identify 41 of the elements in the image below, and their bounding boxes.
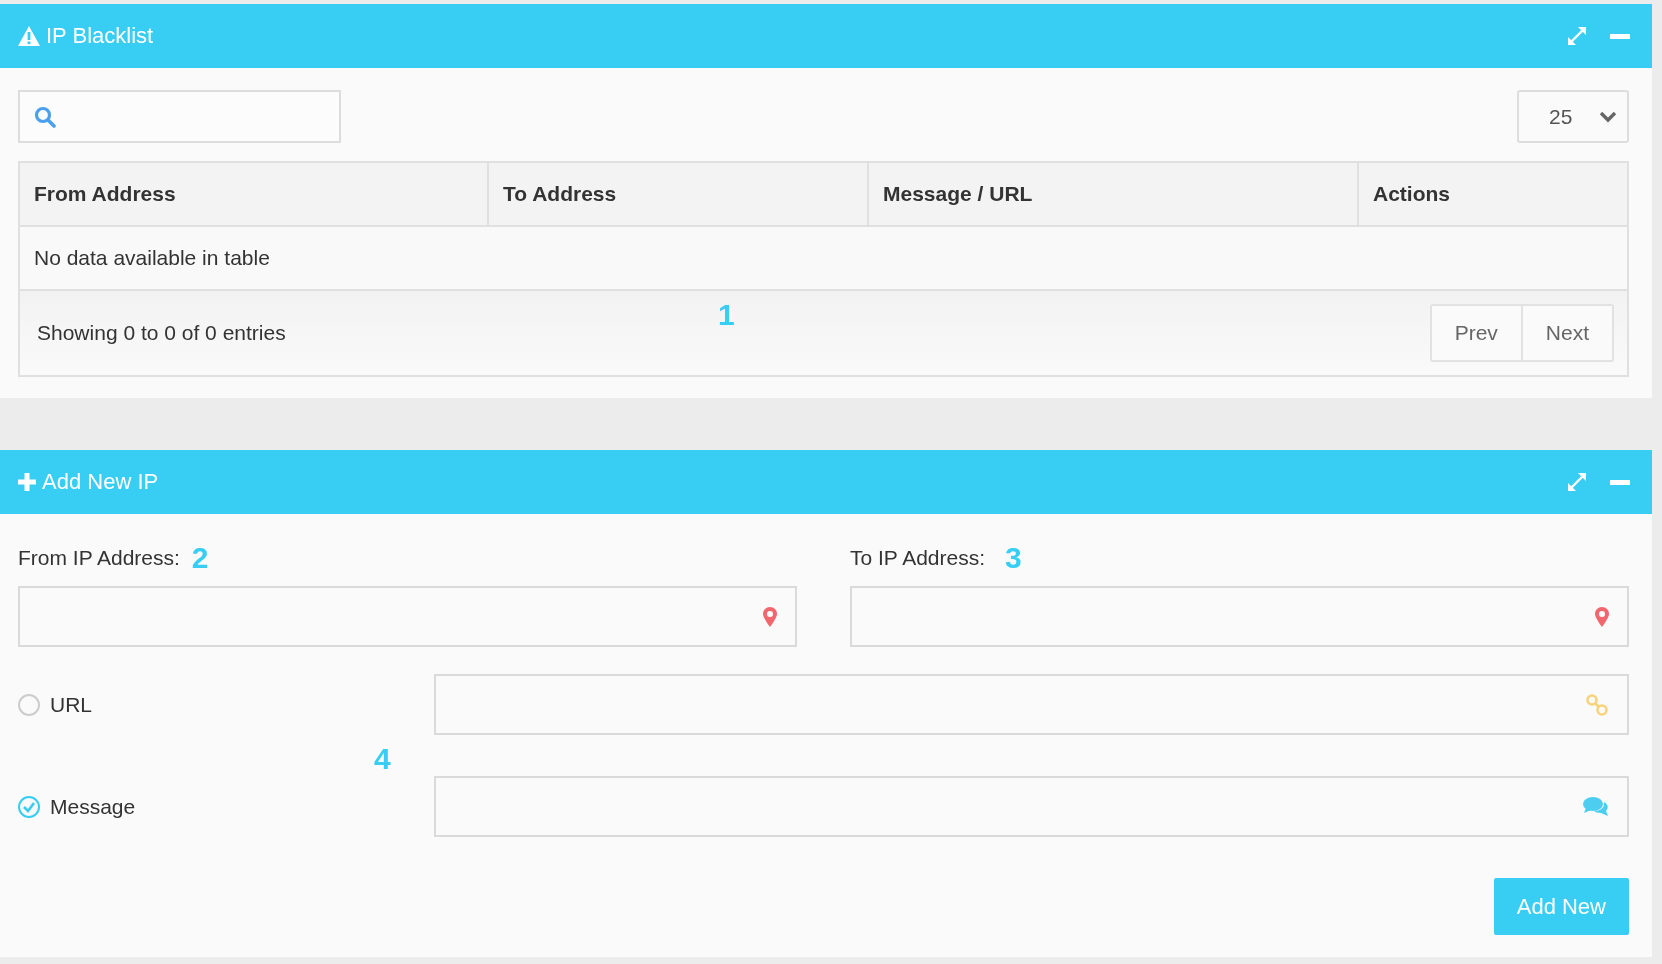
check-icon [22,800,36,813]
radio-button[interactable] [18,693,40,716]
pagination-button[interactable]: Next [1522,304,1614,362]
ip-address-field[interactable] [850,586,1629,647]
url-field[interactable] [434,674,1629,735]
column-header[interactable]: Actions [1359,163,1627,225]
minimize-button[interactable] [1608,477,1632,487]
chain-link-icon [1585,692,1609,717]
chat-bubbles-icon [1583,795,1609,818]
callout-number: 3 [1005,541,1022,575]
panel-title: Add New IP [42,469,159,495]
minimize-button[interactable] [1608,31,1632,41]
map-pin-icon [763,606,777,627]
field-label: To IP Address: [850,546,986,570]
plus-icon [18,473,36,491]
callout-number: 2 [191,541,209,575]
option-label: URL [50,692,92,717]
entries-info: Showing 0 to 0 of 0 entries [37,321,286,345]
column-header[interactable]: Message / URL [869,163,1359,225]
chevron-down-icon [1599,110,1617,123]
expand-icon [1566,471,1588,493]
panel-title: IP Blacklist [46,23,154,49]
expand-icon [1566,25,1588,47]
minimize-icon [1610,33,1630,39]
message-field[interactable] [434,776,1629,837]
search-field[interactable] [18,90,341,143]
map-pin-icon [1595,606,1609,627]
column-header[interactable]: To Address [489,163,869,225]
option-label: Message [50,794,136,819]
search-icon [34,105,56,128]
callout-number: 4 [374,742,391,776]
minimize-icon [1610,479,1630,485]
radio-button[interactable] [18,795,40,818]
table-empty-message: No data available in table [33,246,270,270]
column-header[interactable]: From Address [20,163,489,225]
field-label: From IP Address: [18,546,180,570]
ip-address-field[interactable] [18,586,797,647]
warning-icon [18,26,40,46]
callout-number: 1 [718,298,735,332]
pagination-button[interactable]: Prev [1429,304,1523,362]
page-size-select[interactable]: 25 [1517,90,1629,143]
